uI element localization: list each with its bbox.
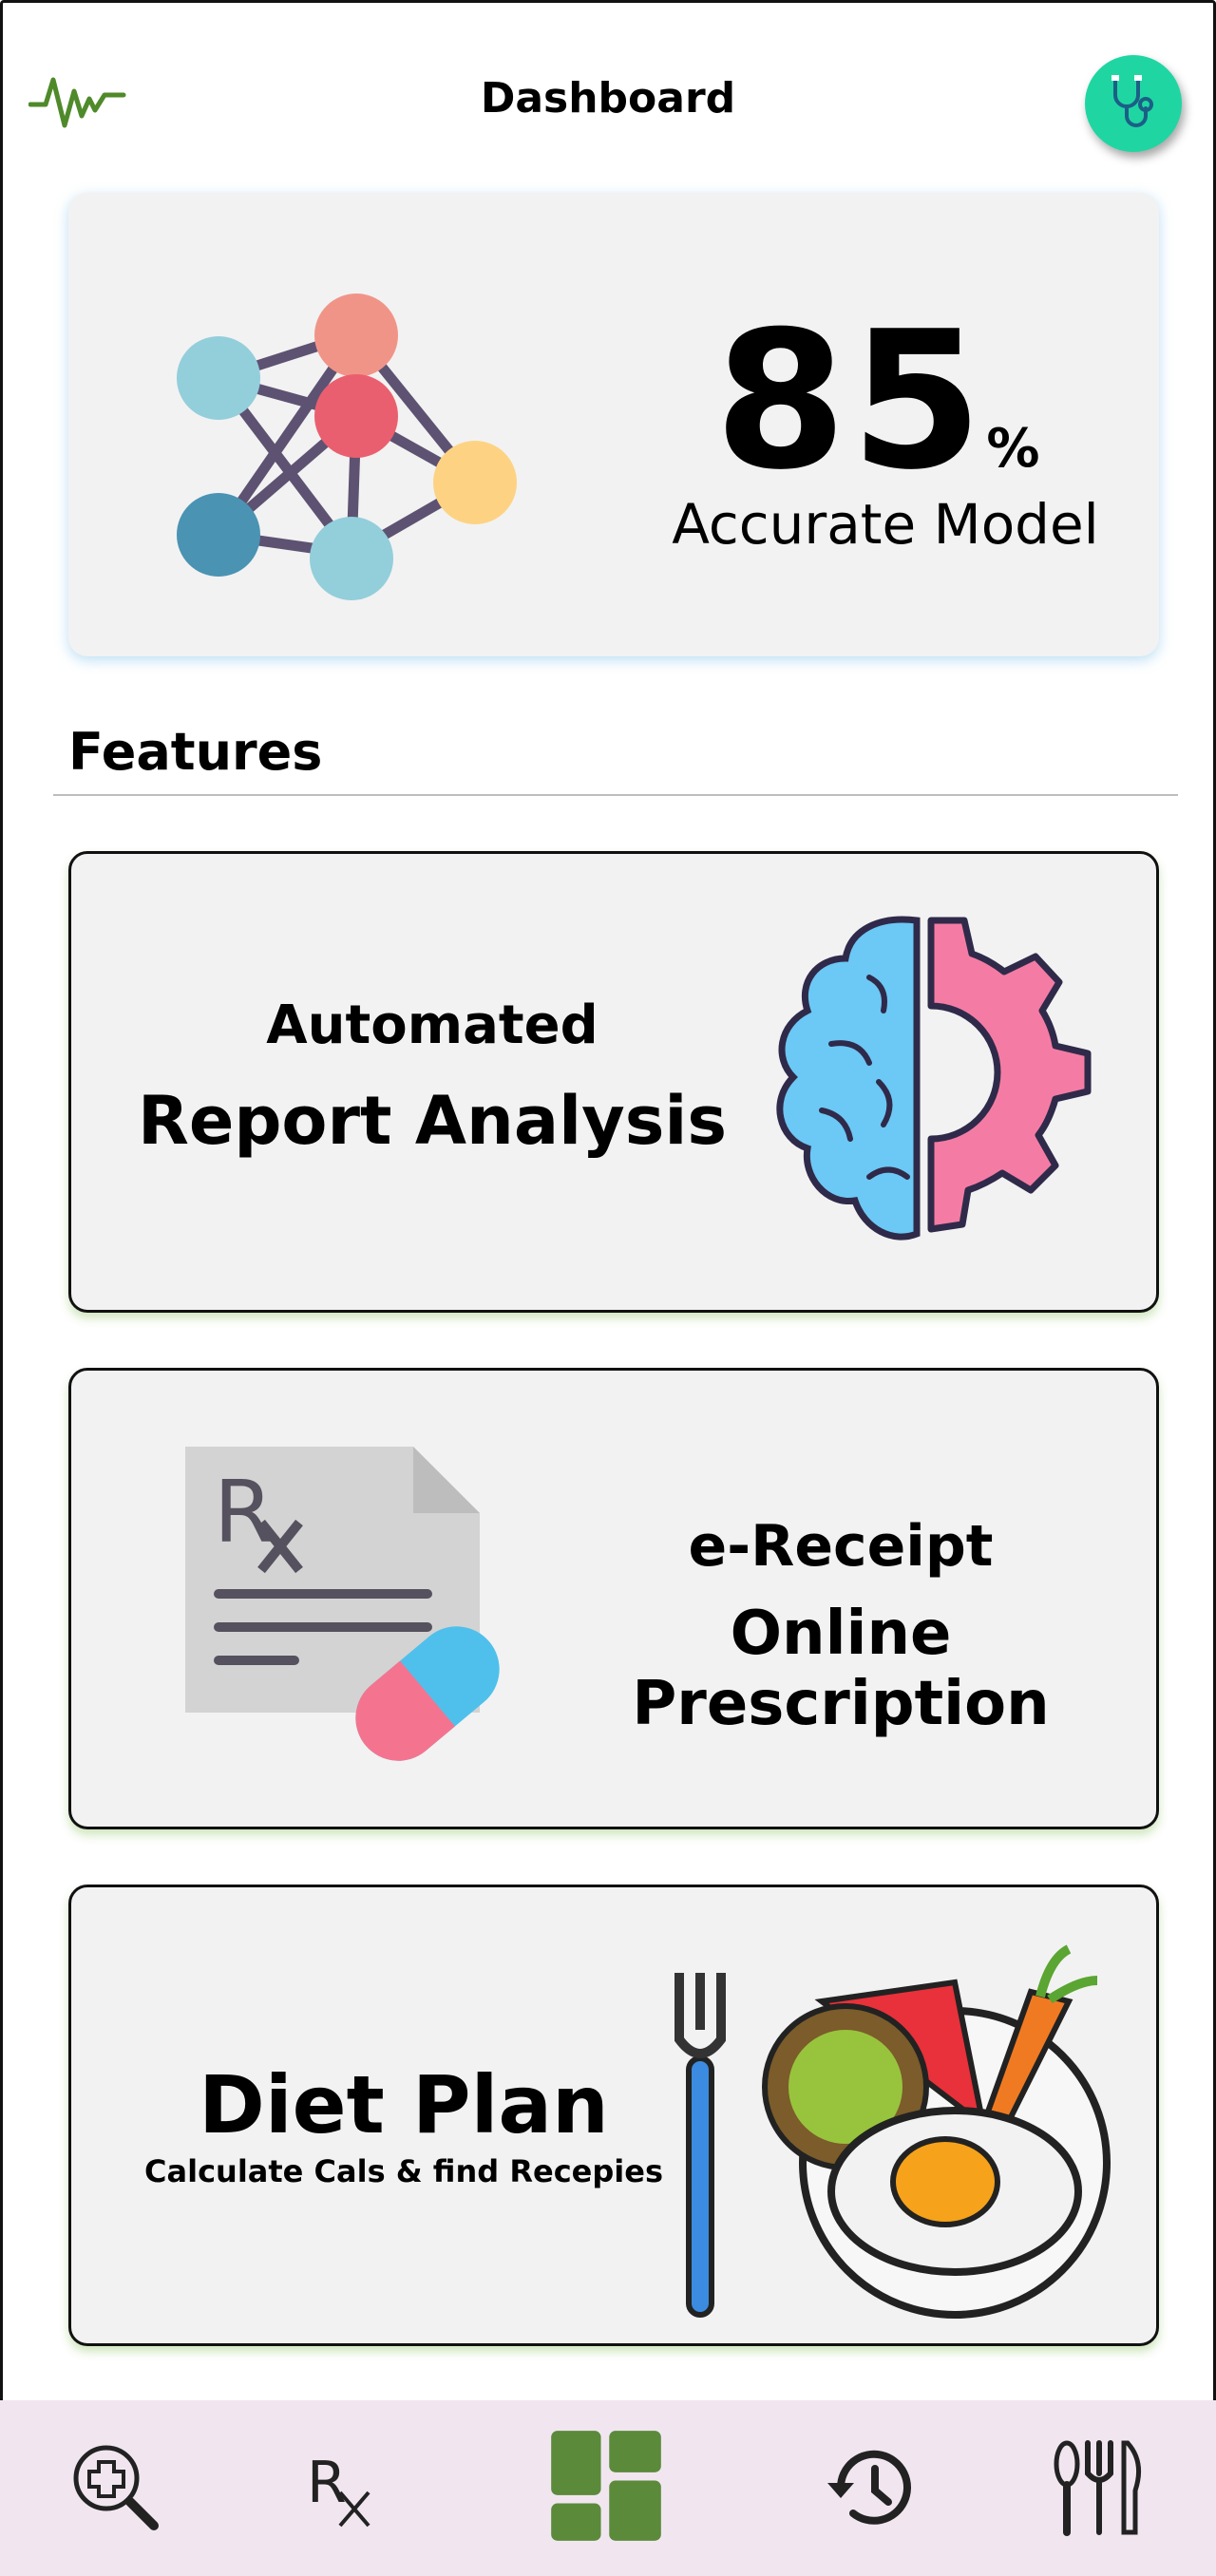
accuracy-value: 85%	[714, 291, 1044, 512]
rx-icon: R	[307, 2450, 370, 2528]
report-analysis-card[interactable]: Automated Report Analysis	[68, 851, 1159, 1313]
page-title: Dashboard	[480, 74, 736, 123]
medical-search-icon	[73, 2445, 159, 2530]
dashboard-grid-icon	[551, 2431, 661, 2541]
cutlery-icon	[1054, 2440, 1142, 2536]
card-title: Diet Plan	[199, 2058, 609, 2151]
card-subtitle: Automated	[266, 994, 598, 1056]
svg-text:R: R	[307, 2450, 347, 2516]
card-subtitle: Calculate Cals & find Recepies	[144, 2153, 663, 2189]
nav-history[interactable]	[815, 2431, 929, 2545]
food-plate-icon	[674, 1944, 1111, 2319]
nav-prescription[interactable]: R	[283, 2431, 397, 2545]
bottom-navigation: R	[0, 2400, 1216, 2576]
prescription-card[interactable]: R e-Receipt Online Prescription	[68, 1368, 1159, 1829]
accuracy-label: Accurate Model	[672, 492, 1099, 557]
diet-plan-card[interactable]: Diet Plan Calculate Cals & find Recepies	[68, 1885, 1159, 2346]
accuracy-unit: %	[986, 418, 1044, 480]
card-title: Online Prescription	[632, 1599, 1050, 1739]
divider	[53, 794, 1178, 796]
nav-diet[interactable]	[1043, 2431, 1157, 2545]
history-icon	[827, 2450, 911, 2525]
features-heading: Features	[68, 722, 323, 782]
card-title: Report Analysis	[137, 1082, 728, 1160]
stethoscope-icon	[1112, 75, 1153, 127]
nav-report-search[interactable]	[59, 2431, 173, 2545]
top-header: Dashboard	[0, 0, 1216, 190]
card-subtitle: e-Receipt	[688, 1513, 994, 1580]
profile-button[interactable]	[1085, 55, 1182, 152]
nav-dashboard[interactable]	[549, 2429, 663, 2543]
prescription-pill-icon: R	[185, 1447, 500, 1761]
brain-gear-icon	[776, 916, 1092, 1241]
model-accuracy-card: 85% Accurate Model	[68, 193, 1159, 656]
svg-text:R: R	[214, 1463, 274, 1563]
neural-network-icon	[177, 294, 517, 600]
